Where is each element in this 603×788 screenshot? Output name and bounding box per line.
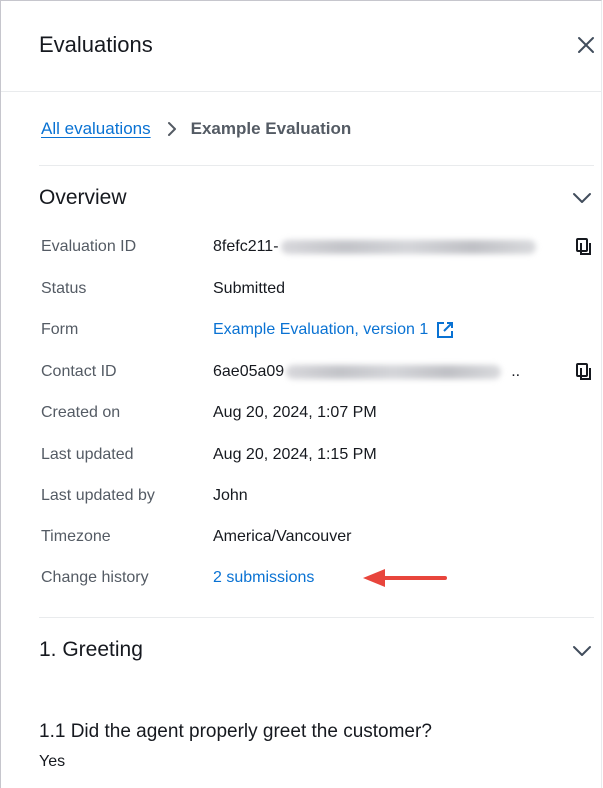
created-on-value: Aug 20, 2024, 1:07 PM (213, 404, 377, 421)
contact-id-value: 6ae05a09 .. (213, 363, 521, 380)
status-value: Submitted (213, 280, 286, 297)
form-row: Form Example Evaluation, version 1 (41, 318, 596, 342)
last-updated-by-label: Last updated by (41, 487, 155, 504)
copy-icon[interactable] (576, 363, 592, 381)
chevron-down-icon[interactable] (571, 191, 593, 205)
external-link-icon (436, 321, 454, 339)
created-on-row: Created on Aug 20, 2024, 1:07 PM (41, 401, 596, 425)
chevron-down-icon[interactable] (571, 644, 593, 658)
change-history-link[interactable]: 2 submissions (213, 569, 314, 587)
form-link[interactable]: Example Evaluation, version 1 (213, 321, 454, 339)
evaluation-id-label: Evaluation ID (41, 238, 137, 255)
evaluations-panel: Evaluations All evaluations Example Eval… (0, 0, 602, 788)
form-label: Form (41, 321, 79, 338)
evaluation-id-value: 8fefc211- (213, 238, 536, 256)
breadcrumb-current: Example Evaluation (190, 119, 352, 138)
redacted-blur (280, 240, 536, 254)
last-updated-by-value: John (213, 487, 248, 504)
chevron-right-icon (167, 121, 177, 137)
greeting-section-title[interactable]: 1. Greeting (39, 638, 143, 662)
change-history-row: Change history 2 submissions (41, 566, 596, 590)
close-icon[interactable] (576, 35, 596, 55)
answer-1-1: Yes (39, 753, 66, 770)
timezone-value: America/Vancouver (213, 528, 352, 545)
last-updated-value: Aug 20, 2024, 1:15 PM (213, 446, 377, 463)
divider (39, 617, 594, 618)
panel-title: Evaluations (39, 32, 153, 57)
contact-id-row: Contact ID 6ae05a09 .. (41, 360, 596, 384)
redacted-blur (286, 365, 502, 379)
last-updated-label: Last updated (41, 446, 134, 463)
timezone-row: Timezone America/Vancouver (41, 525, 596, 549)
evaluation-id-row: Evaluation ID 8fefc211- (41, 235, 596, 259)
overview-section-title[interactable]: Overview (39, 186, 127, 210)
panel-header: Evaluations (1, 1, 601, 92)
change-history-label: Change history (41, 569, 149, 586)
created-on-label: Created on (41, 404, 121, 421)
pointer-arrow-icon (363, 569, 447, 587)
status-label: Status (41, 280, 87, 297)
contact-id-label: Contact ID (41, 363, 117, 380)
question-1-1: 1.1 Did the agent properly greet the cus… (39, 721, 432, 742)
timezone-label: Timezone (41, 528, 111, 545)
divider (39, 165, 594, 166)
breadcrumb: All evaluations Example Evaluation (41, 119, 351, 139)
copy-icon[interactable] (576, 238, 592, 256)
status-row: Status Submitted (41, 277, 596, 301)
last-updated-row: Last updated Aug 20, 2024, 1:15 PM (41, 443, 596, 467)
breadcrumb-all-evaluations-link[interactable]: All evaluations (41, 119, 151, 139)
last-updated-by-row: Last updated by John (41, 484, 596, 508)
